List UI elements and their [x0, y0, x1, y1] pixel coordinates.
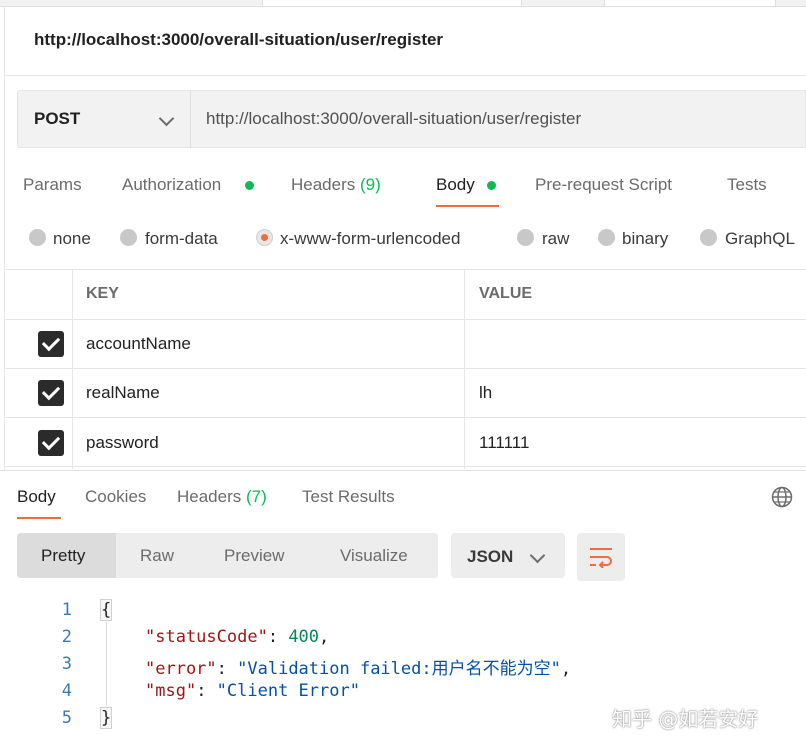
radio-binary[interactable]: [598, 229, 615, 246]
table-cell-value[interactable]: 111111: [479, 433, 529, 453]
code-line: "statusCode": 400,: [145, 627, 329, 647]
response-tab-headers-count: (7): [246, 487, 267, 506]
body-status-dot: [487, 181, 496, 190]
line-number: 1: [50, 600, 72, 620]
title-divider: [5, 75, 806, 76]
radio-form-data[interactable]: [120, 229, 137, 246]
open-brace: {: [101, 600, 111, 620]
wrap-lines-button[interactable]: [577, 533, 625, 581]
json-key: "msg": [145, 681, 196, 701]
table-cell-key[interactable]: realName: [86, 383, 160, 403]
table-top-border: [5, 269, 806, 270]
checkbox-checked-icon[interactable]: [38, 380, 64, 406]
table-row-divider: [5, 319, 806, 320]
radio-raw-label: raw: [542, 229, 569, 249]
json-key: "error": [145, 659, 217, 679]
radio-binary-label: binary: [622, 229, 668, 249]
line-number: 4: [50, 681, 72, 701]
tab-headers-count: (9): [360, 175, 381, 194]
wrap-lines-icon: [589, 546, 613, 568]
code-line: }: [101, 708, 111, 728]
key-column-header: KEY: [86, 285, 119, 303]
response-tab-headers-label: Headers: [177, 487, 241, 506]
active-tab-underline: [436, 205, 499, 207]
line-number: 2: [50, 627, 72, 647]
tab-prerequest-script[interactable]: Pre-request Script: [535, 175, 672, 195]
response-tab-test-results[interactable]: Test Results: [302, 487, 395, 507]
radio-graphql[interactable]: [700, 229, 717, 246]
url-input[interactable]: http://localhost:3000/overall-situation/…: [206, 109, 581, 129]
tab-headers[interactable]: Headers (9): [291, 175, 381, 195]
radio-raw[interactable]: [517, 229, 534, 246]
radio-x-www-form-urlencoded[interactable]: [256, 229, 273, 246]
table-row-divider: [5, 417, 806, 418]
request-title[interactable]: http://localhost:3000/overall-situation/…: [34, 30, 443, 50]
response-tab-body[interactable]: Body: [17, 487, 56, 507]
table-cell-key[interactable]: password: [86, 433, 159, 453]
method-label: POST: [34, 109, 80, 129]
table-column-divider: [72, 269, 73, 469]
tab-body[interactable]: Body: [436, 175, 475, 195]
response-tab-cookies[interactable]: Cookies: [85, 487, 146, 507]
view-mode-visualize[interactable]: Visualize: [340, 546, 408, 566]
json-string: "Client Error": [217, 681, 360, 701]
indent-guide: [106, 622, 107, 706]
radio-form-data-label: form-data: [145, 229, 218, 249]
checkbox-checked-icon[interactable]: [38, 430, 64, 456]
json-number: 400: [288, 627, 319, 647]
code-line: "error": "Validation failed:用户名不能为空",: [145, 654, 571, 679]
radio-none-label: none: [53, 229, 91, 249]
tab-headers-label: Headers: [291, 175, 355, 194]
view-mode-pretty[interactable]: Pretty: [41, 546, 85, 566]
tab-params[interactable]: Params: [23, 175, 82, 195]
table-cell-value[interactable]: lh: [479, 383, 492, 403]
response-divider: [0, 470, 806, 471]
close-brace: }: [101, 708, 111, 728]
line-number: 5: [50, 708, 72, 728]
line-number: 3: [50, 654, 72, 674]
view-mode-preview[interactable]: Preview: [224, 546, 284, 566]
code-line: {: [101, 600, 111, 620]
response-tab-headers[interactable]: Headers (7): [177, 487, 267, 507]
code-line: "msg": "Client Error": [145, 681, 360, 701]
globe-icon[interactable]: [771, 486, 793, 508]
table-row-divider: [5, 466, 806, 467]
format-select-label: JSON: [467, 547, 513, 567]
value-column-header: VALUE: [479, 285, 532, 303]
radio-graphql-label: GraphQL: [725, 229, 795, 249]
table-cell-key[interactable]: accountName: [86, 334, 191, 354]
table-column-divider: [464, 269, 465, 469]
tab-tests[interactable]: Tests: [727, 175, 767, 195]
checkbox-checked-icon[interactable]: [38, 331, 64, 357]
radio-none[interactable]: [29, 229, 46, 246]
watermark: 知乎 @如若安好: [612, 703, 758, 732]
json-key: "statusCode": [145, 627, 268, 647]
radio-x-www-form-urlencoded-label: x-www-form-urlencoded: [280, 229, 460, 249]
tab-authorization[interactable]: Authorization: [122, 175, 221, 195]
authorization-status-dot: [245, 181, 254, 190]
top-tab[interactable]: [604, 0, 776, 6]
top-tab[interactable]: [262, 0, 522, 6]
view-mode-raw[interactable]: Raw: [140, 546, 174, 566]
table-row-divider: [5, 368, 806, 369]
response-active-tab-underline: [17, 517, 61, 519]
json-string: "Validation failed:用户名不能为空": [237, 659, 561, 679]
